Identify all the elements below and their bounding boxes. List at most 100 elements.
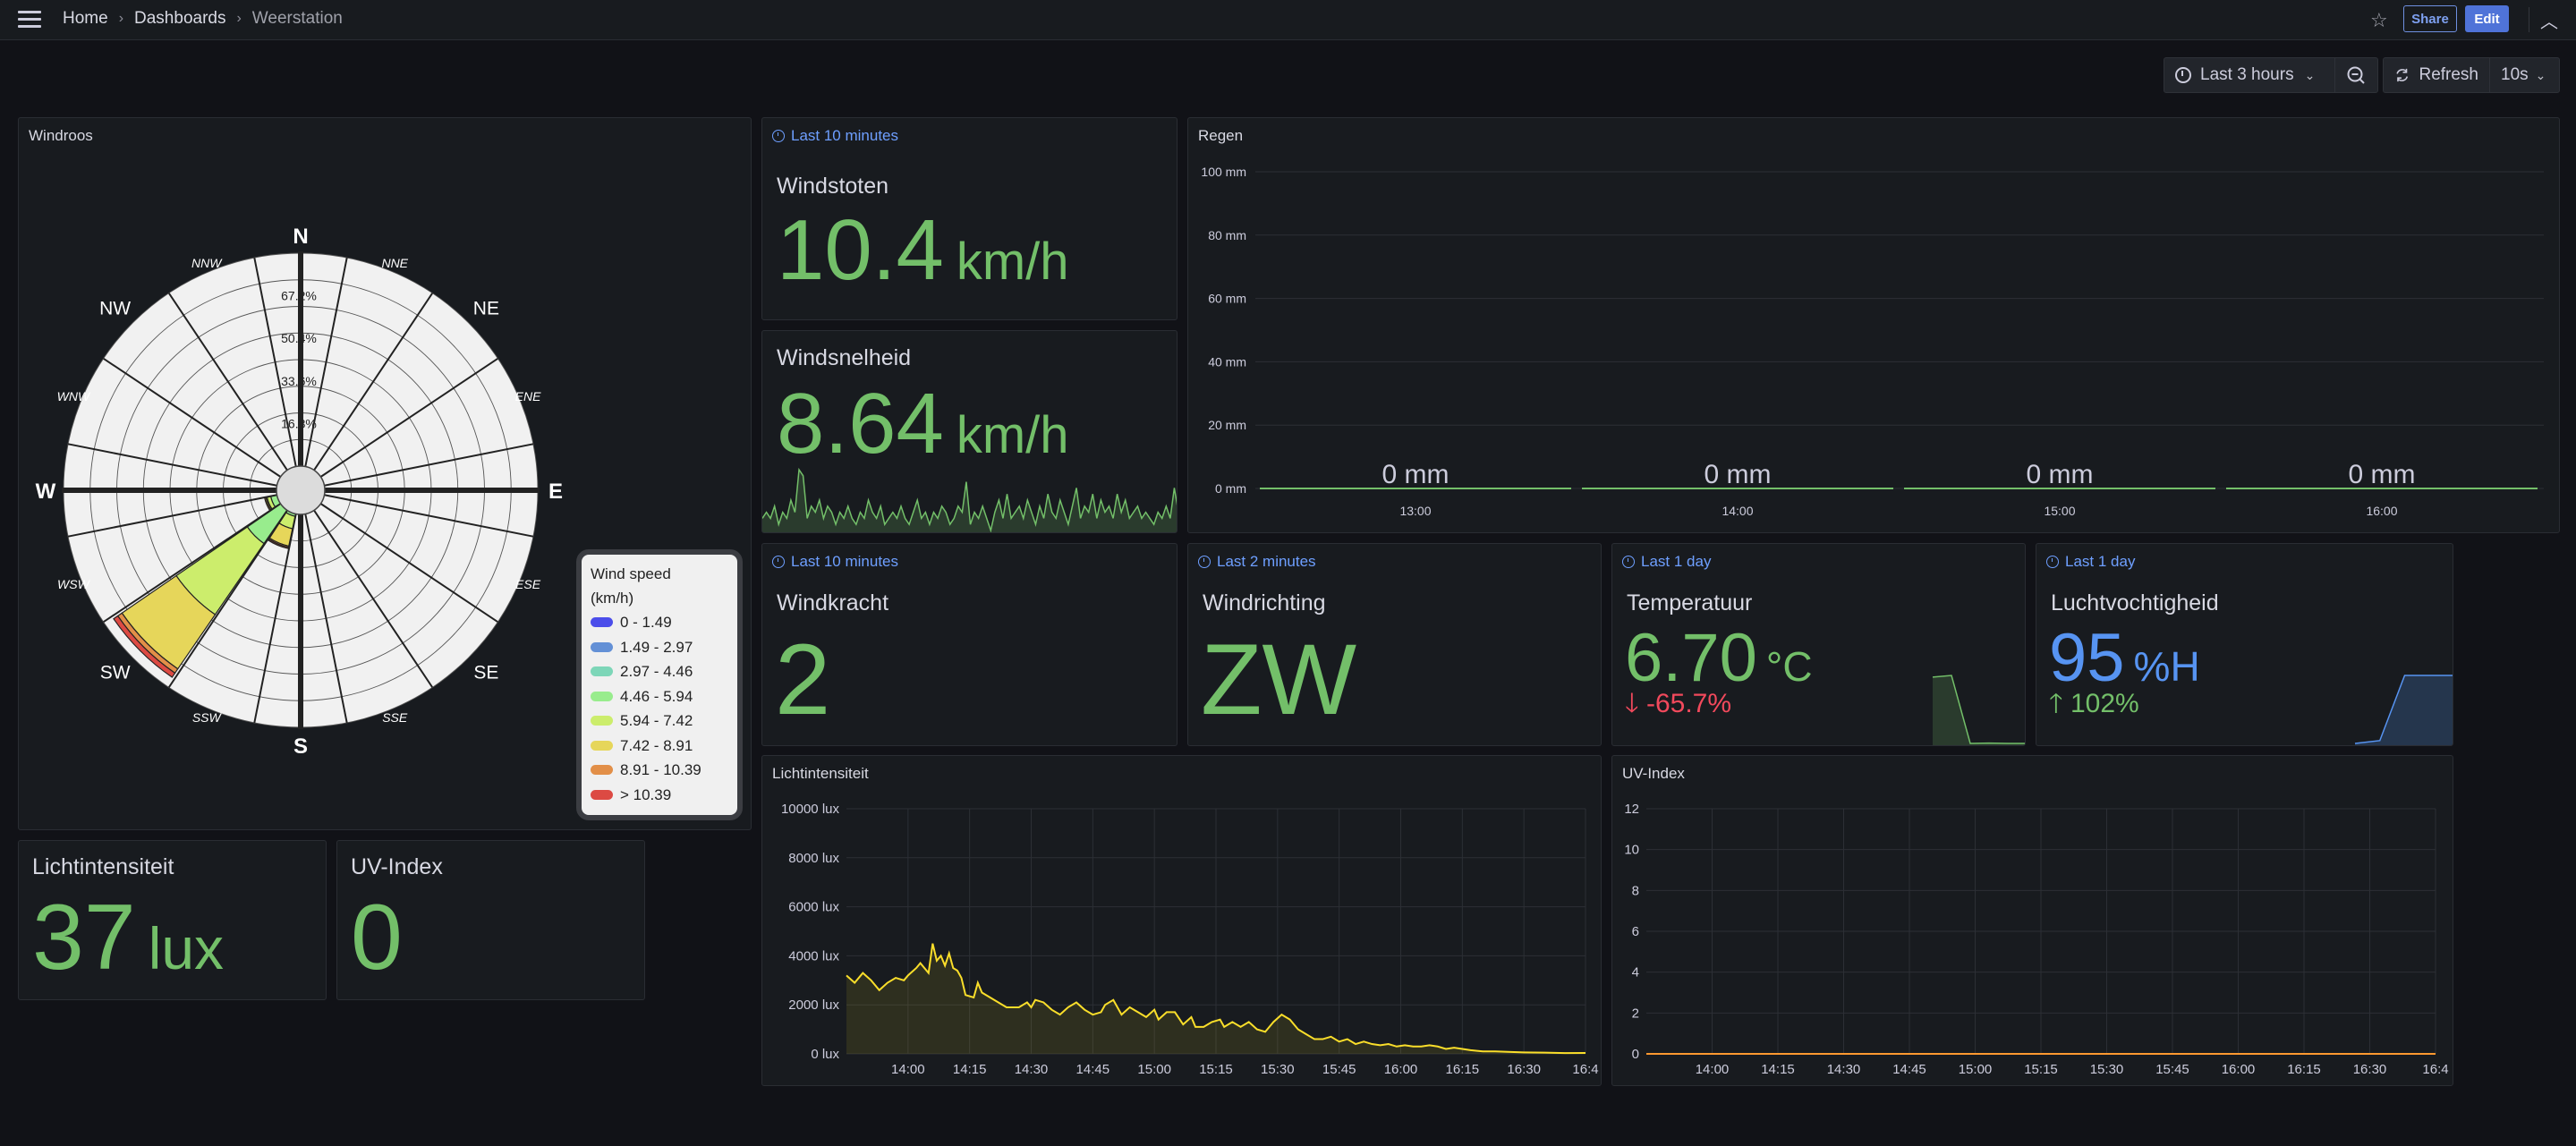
y-tick-label: 4	[1632, 965, 1639, 980]
legend-label: 7.42 - 8.91	[620, 736, 693, 754]
x-tick-label: 15:15	[1199, 1062, 1233, 1077]
regen-chart: 0 mm 20 mm 40 mm 60 mm 80 mm 100 mm 0 mm 13:00 0…	[1201, 165, 2544, 518]
legend-title: Wind speed	[591, 565, 671, 582]
refresh-button[interactable]: Refresh	[2384, 58, 2489, 92]
legend-label: > 10.39	[620, 785, 672, 803]
refresh-interval-dropdown[interactable]: 10s ⌄	[2489, 58, 2556, 92]
chevron-down-icon: ⌄	[2304, 67, 2316, 82]
stat-value: 95 %H	[2049, 620, 2200, 696]
legend-swatch	[591, 740, 613, 751]
legend-swatch	[591, 641, 613, 652]
y-tick-label: 40 mm	[1208, 354, 1246, 369]
star-icon[interactable]: ☆	[2370, 9, 2388, 32]
edit-button[interactable]: Edit	[2465, 5, 2509, 32]
x-tick-label: 15:15	[2024, 1062, 2058, 1077]
legend-item[interactable]: > 10.39	[591, 783, 728, 808]
windrose-direction-label: S	[293, 734, 308, 759]
panel-windstoten: Last 10 minutes Windstoten 10.4 km/h	[761, 117, 1177, 320]
windrose-direction-label: NE	[473, 299, 499, 319]
y-tick-label: 10000 lux	[781, 802, 840, 817]
legend-item[interactable]: 4.46 - 5.94	[591, 684, 728, 709]
clock-icon	[772, 556, 785, 568]
panel-windsnelheid: Windsnelheid 8.64 km/h	[761, 330, 1177, 533]
x-tick-label: 16:30	[2353, 1062, 2387, 1077]
arrow-down-icon: 🡓	[1625, 689, 1639, 718]
windrose-tick-label: 16.8%	[281, 416, 317, 430]
x-tick-label: 16:15	[2287, 1062, 2321, 1077]
panel-windrichting: Last 2 minutes Windrichting ZW	[1187, 543, 1602, 746]
x-tick-label: 14:00	[1722, 504, 1753, 518]
refresh-icon	[2396, 68, 2409, 82]
x-tick-label: 16:00	[2222, 1062, 2256, 1077]
time-range-label: Last 3 hours	[2200, 65, 2294, 84]
y-tick-label: 12	[1624, 802, 1639, 817]
time-range-button[interactable]: Last 3 hours ⌄	[2164, 58, 2334, 92]
legend-swatch	[591, 716, 613, 726]
windrose-center	[276, 465, 326, 515]
x-tick-label: 16:30	[1507, 1062, 1541, 1077]
legend-item[interactable]: 1.49 - 2.97	[591, 635, 728, 660]
legend-item[interactable]: 7.42 - 8.91	[591, 734, 728, 759]
share-button[interactable]: Share	[2403, 5, 2457, 32]
time-override-label: Last 10 minutes	[772, 553, 898, 571]
windrose-direction-label: W	[36, 480, 56, 504]
stat-title: Lichtintensiteit	[32, 854, 174, 879]
legend-label: 8.91 - 10.39	[620, 761, 701, 778]
stat-value: 37 lux	[32, 886, 225, 989]
windrose-direction-label: N	[293, 225, 308, 249]
legend-swatch	[591, 765, 613, 776]
legend-unit: (km/h)	[591, 590, 634, 607]
windrose-direction-label: SSW	[192, 710, 223, 725]
legend-label: 5.94 - 7.42	[620, 712, 693, 729]
refresh-label: Refresh	[2419, 65, 2478, 84]
legend-label: 1.49 - 2.97	[620, 638, 693, 656]
y-tick-label: 0 lux	[811, 1047, 839, 1062]
y-tick-label: 20 mm	[1208, 418, 1246, 432]
chevron-up-icon[interactable]: ︿	[2540, 7, 2558, 33]
stat-title: Windstoten	[777, 174, 889, 199]
bar-value-label: 0 mm	[1382, 460, 1450, 489]
clock-icon	[772, 130, 785, 142]
y-tick-label: 6	[1632, 924, 1639, 939]
refresh-interval-value: 10s	[2501, 65, 2529, 84]
uv-index-chart: 0 2 4 6 8 10 12 14:00 14:15 14:30 14:45 15:00 15:15 1…	[1624, 802, 2448, 1077]
time-range-picker: Last 3 hours ⌄	[2164, 57, 2378, 93]
y-tick-label: 10	[1624, 843, 1639, 858]
clock-icon	[1198, 556, 1211, 568]
legend-label: 2.97 - 4.46	[620, 663, 693, 680]
bar-value-label: 0 mm	[2349, 460, 2416, 489]
y-tick-label: 4000 lux	[788, 948, 839, 963]
arrow-up-icon: 🡑	[2049, 689, 2063, 718]
y-tick-label: 6000 lux	[788, 900, 839, 915]
zoom-out-icon	[2347, 66, 2365, 84]
x-tick-label: 16:15	[1446, 1062, 1480, 1077]
stat-title: UV-Index	[351, 854, 443, 879]
legend-item[interactable]: 5.94 - 7.42	[591, 709, 728, 734]
windrose-direction-label: NNW	[191, 256, 223, 270]
panel-temperatuur: Last 1 day Temperatuur 6.70 °C 🡓 -65.7%	[1611, 543, 2026, 746]
legend-item[interactable]: 8.91 - 10.39	[591, 758, 728, 783]
panel-lichtintensiteit-chart: Lichtintensiteit 0 lux 2000 lux 4000 lux 60…	[761, 755, 1602, 1086]
x-tick-label: 14:45	[1076, 1062, 1110, 1077]
x-tick-label: 16:00	[1384, 1062, 1418, 1077]
legend-item[interactable]: 2.97 - 4.46	[591, 659, 728, 684]
chevron-down-icon: ⌄	[2535, 67, 2546, 82]
windrose-direction-label: SE	[473, 662, 498, 683]
stat-title: Luchtvochtigheid	[2051, 590, 2219, 615]
time-override-label: Last 10 minutes	[772, 127, 898, 145]
zoom-out-button[interactable]	[2334, 58, 2376, 92]
x-tick-label: 14:15	[953, 1062, 987, 1077]
windrose-legend: Wind speed (km/h) 0 - 1.49 1.49 - 2.97 2.9…	[576, 549, 743, 820]
sparkline-area	[2355, 675, 2453, 745]
windrose-direction-label: NW	[99, 299, 131, 319]
legend-item[interactable]: 0 - 1.49	[591, 610, 728, 635]
y-tick-label: 0	[1632, 1047, 1639, 1062]
windrose-direction-label: WSW	[57, 577, 91, 591]
x-tick-label: 14:30	[1015, 1062, 1049, 1077]
windrose-tick-label: 67.2%	[281, 289, 317, 303]
panel-windkracht: Last 10 minutes Windkracht 2	[761, 543, 1177, 746]
windrose-tick-label: 50.4%	[281, 331, 317, 345]
stat-change: 🡑 102%	[2049, 689, 2139, 718]
stat-title: Windrichting	[1203, 590, 1326, 615]
x-tick-label: 15:00	[1137, 1062, 1171, 1077]
